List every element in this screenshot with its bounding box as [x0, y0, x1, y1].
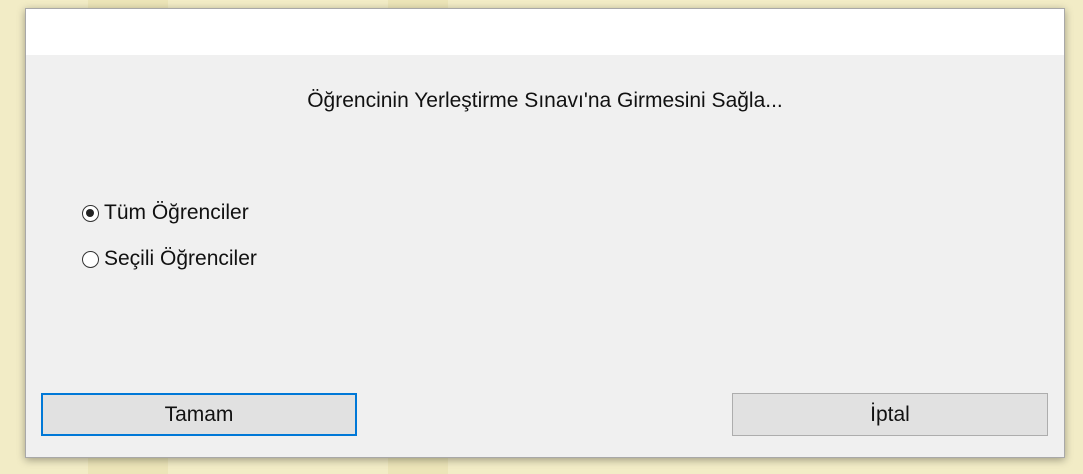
radio-dot-icon [86, 208, 94, 217]
dialog-title-bar[interactable] [26, 9, 1064, 55]
radio-selected-icon[interactable] [82, 204, 99, 222]
radio-selected-students-label: Seçili Öğrenciler [104, 247, 257, 270]
dialog-message: Öğrencinin Yerleştirme Sınavı'na Girmesi… [307, 89, 783, 112]
cancel-button[interactable]: İptal [732, 393, 1048, 436]
radio-all-students[interactable]: Tüm Öğrenciler [82, 201, 249, 225]
ok-button[interactable]: Tamam [41, 393, 357, 436]
radio-selected-students[interactable]: Seçili Öğrenciler [82, 247, 257, 271]
radio-all-students-label: Tüm Öğrenciler [104, 201, 249, 224]
placement-exam-dialog: Öğrencinin Yerleştirme Sınavı'na Girmesi… [25, 8, 1065, 458]
radio-unselected-icon[interactable] [82, 250, 99, 268]
